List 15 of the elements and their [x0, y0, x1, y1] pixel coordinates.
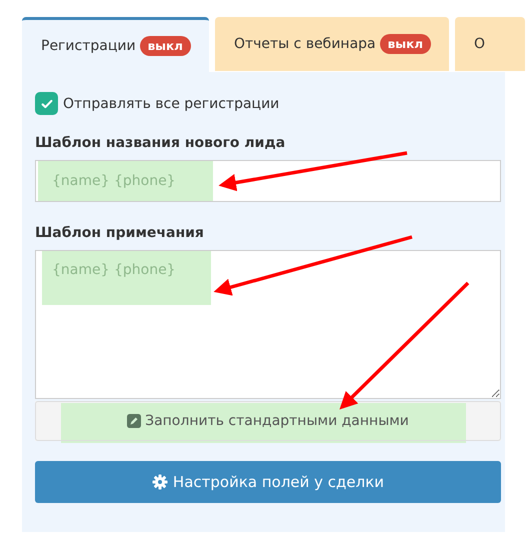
checkbox-label: Отправлять все регистрации [63, 96, 280, 112]
input-field[interactable]: {name} {phone} [35, 160, 501, 202]
tab[interactable]: Регистрации выкл [22, 17, 209, 72]
tab[interactable]: О [455, 17, 526, 71]
fill-defaults-button[interactable]: Заполнить стандартными данными [35, 401, 501, 441]
field-label: Шаблон названия нового лида [35, 135, 286, 151]
settings-icon [152, 474, 168, 490]
status-badge: выкл [380, 34, 432, 54]
status-badge: выкл [140, 36, 191, 56]
tab[interactable]: Отчеты с вебинара выкл [214, 17, 450, 71]
edit-icon [127, 414, 142, 428]
checkbox[interactable] [35, 92, 58, 115]
field-label: Шаблон примечания [35, 225, 205, 241]
field-settings-button[interactable]: Настройка полей у сделки [35, 461, 501, 503]
text-area[interactable]: {name} {phone} [35, 250, 501, 399]
